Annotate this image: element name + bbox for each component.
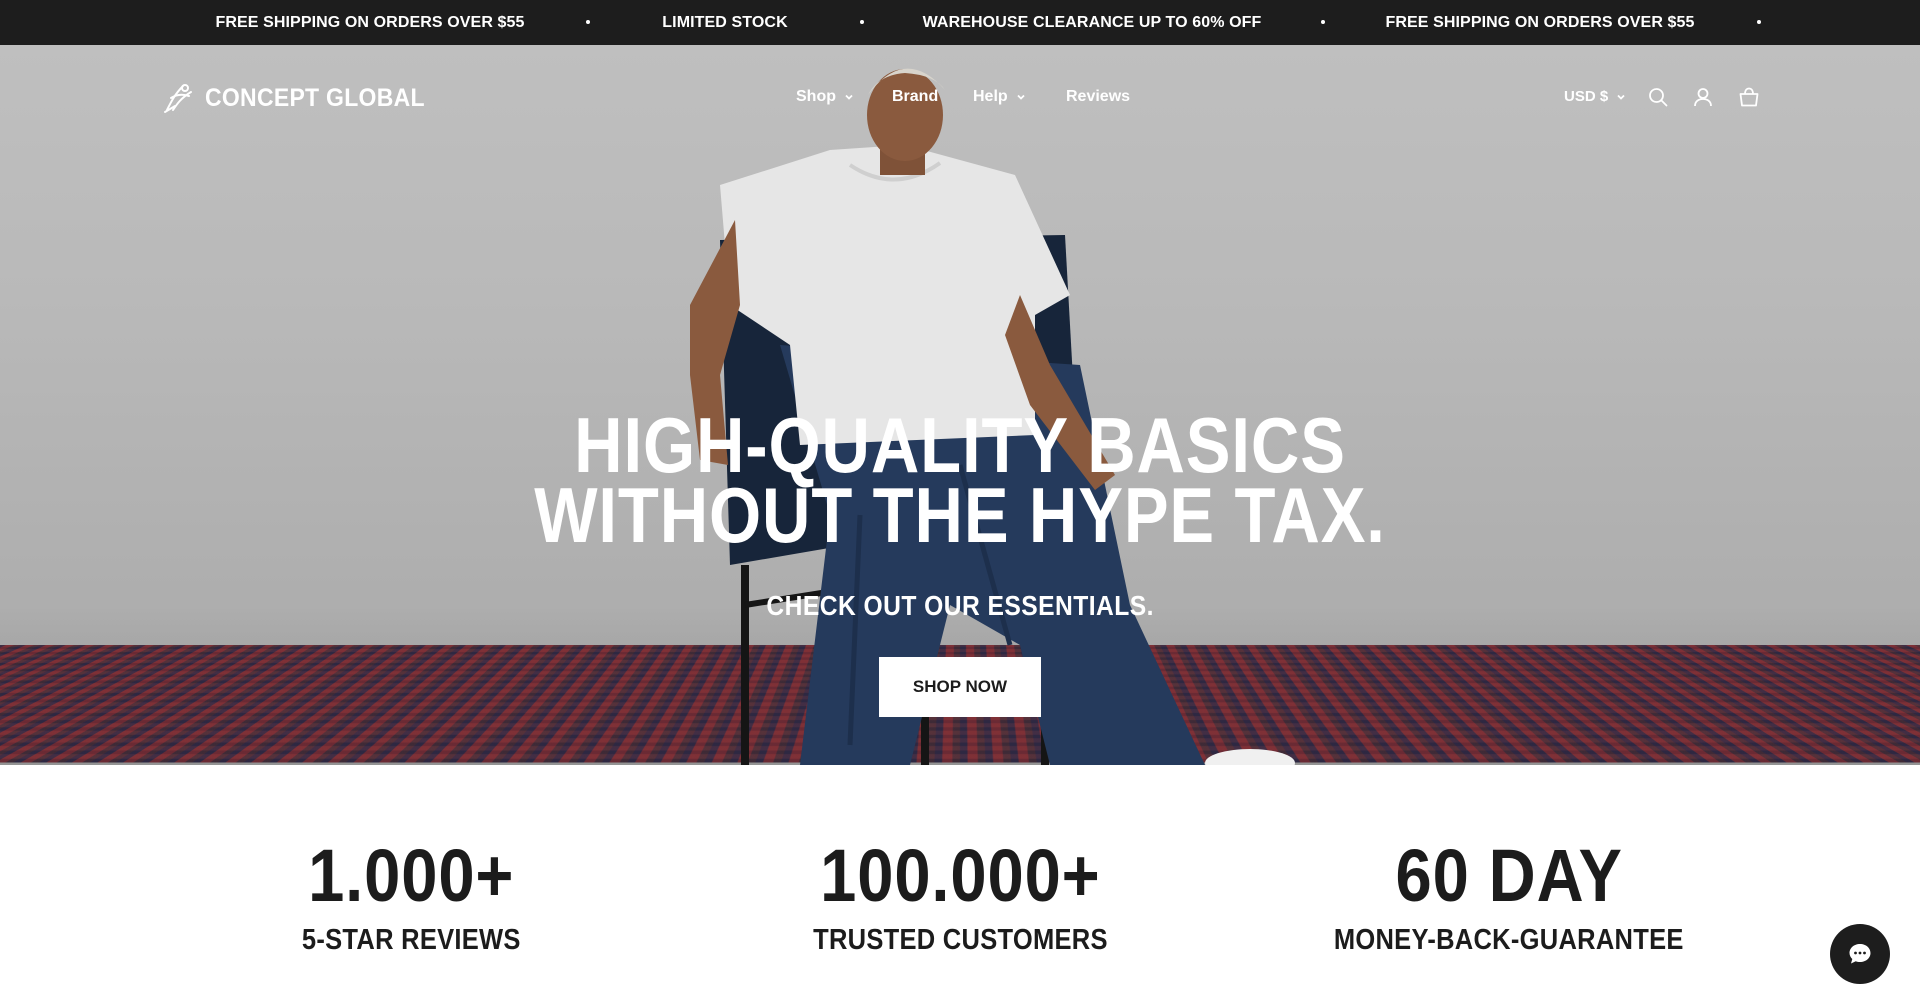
cart-button[interactable]: [1736, 84, 1762, 110]
stat-label-text: MONEY-BACK-GUARANTEE: [1334, 924, 1684, 956]
chevron-down-icon: [845, 94, 853, 100]
currency-label: USD $: [1564, 88, 1609, 105]
separator-dot: [860, 20, 864, 24]
hero-subheading-text: CHECK OUT OUR ESSENTIALS.: [766, 590, 1154, 621]
nav-item-reviews[interactable]: Reviews: [1066, 85, 1130, 109]
cart-icon: [1739, 87, 1759, 107]
brand-name: CONCEPT GLOBAL: [205, 83, 425, 112]
chat-widget-button[interactable]: [1830, 924, 1890, 984]
search-button[interactable]: [1645, 84, 1671, 110]
account-button[interactable]: [1690, 84, 1716, 110]
search-icon: [1649, 88, 1668, 107]
chevron-down-icon: [1017, 94, 1025, 100]
hero-headline: HIGH-QUALITY BASICS WITHOUT THE HYPE TAX…: [0, 401, 1920, 559]
stat-label: TRUSTED CUSTOMERS: [700, 922, 1220, 958]
announcement-message: FREE SHIPPING ON ORDERS OVER $55: [1385, 14, 1695, 31]
stat-number-text: 100.000+: [819, 834, 1101, 917]
stat-number-text: 60 DAY: [1395, 834, 1623, 917]
nav-item-help[interactable]: Help: [973, 85, 1026, 109]
chevron-down-icon: [1617, 94, 1625, 100]
chat-icon: [1849, 944, 1871, 964]
separator-dot: [1321, 20, 1325, 24]
announcement-message: LIMITED STOCK: [662, 14, 788, 31]
stat-number: 60 DAY: [1249, 838, 1769, 914]
stat-label: 5-STAR REVIEWS: [151, 922, 671, 958]
announcement-message: WAREHOUSE CLEARANCE UP TO 60% OFF: [922, 14, 1262, 31]
shop-now-button[interactable]: SHOP NOW: [879, 657, 1041, 717]
currency-selector[interactable]: USD $: [1564, 87, 1626, 107]
stat-label: MONEY-BACK-GUARANTEE: [1249, 922, 1769, 958]
nav-item-label: Reviews: [1066, 88, 1131, 105]
nav-item-brand[interactable]: Brand: [892, 85, 938, 109]
announcement-bar: FREE SHIPPING ON ORDERS OVER $55 LIMITED…: [0, 0, 1920, 45]
separator-dot: [586, 20, 590, 24]
nav-item-label: Shop: [796, 88, 836, 105]
stat-label-text: 5-STAR REVIEWS: [301, 924, 521, 956]
stat-label-text: TRUSTED CUSTOMERS: [812, 924, 1108, 956]
stat-number: 1.000+: [151, 838, 671, 914]
stat-number: 100.000+: [700, 838, 1220, 914]
stat-number-text: 1.000+: [307, 834, 515, 917]
nav-item-label: Help: [973, 88, 1008, 105]
separator-dot: [1757, 20, 1761, 24]
hero-headline-line: HIGH-QUALITY BASICS: [574, 401, 1346, 489]
account-icon: [1694, 88, 1712, 107]
announcement-message: FREE SHIPPING ON ORDERS OVER $55: [215, 14, 525, 31]
brand-logo-icon: [164, 84, 192, 113]
nav-item-shop[interactable]: Shop: [796, 85, 854, 109]
stat-block-guarantee: 60 DAY MONEY-BACK-GUARANTEE: [1249, 838, 1769, 958]
hero-subheading: CHECK OUT OUR ESSENTIALS.: [0, 588, 1920, 624]
brand-logo[interactable]: CONCEPT GLOBAL: [161, 81, 444, 115]
nav-item-label: Brand: [892, 88, 939, 105]
stat-block-customers: 100.000+ TRUSTED CUSTOMERS: [700, 838, 1220, 958]
hero-headline-line: WITHOUT THE HYPE TAX.: [534, 471, 1386, 559]
stat-block-reviews: 1.000+ 5-STAR REVIEWS: [151, 838, 671, 958]
